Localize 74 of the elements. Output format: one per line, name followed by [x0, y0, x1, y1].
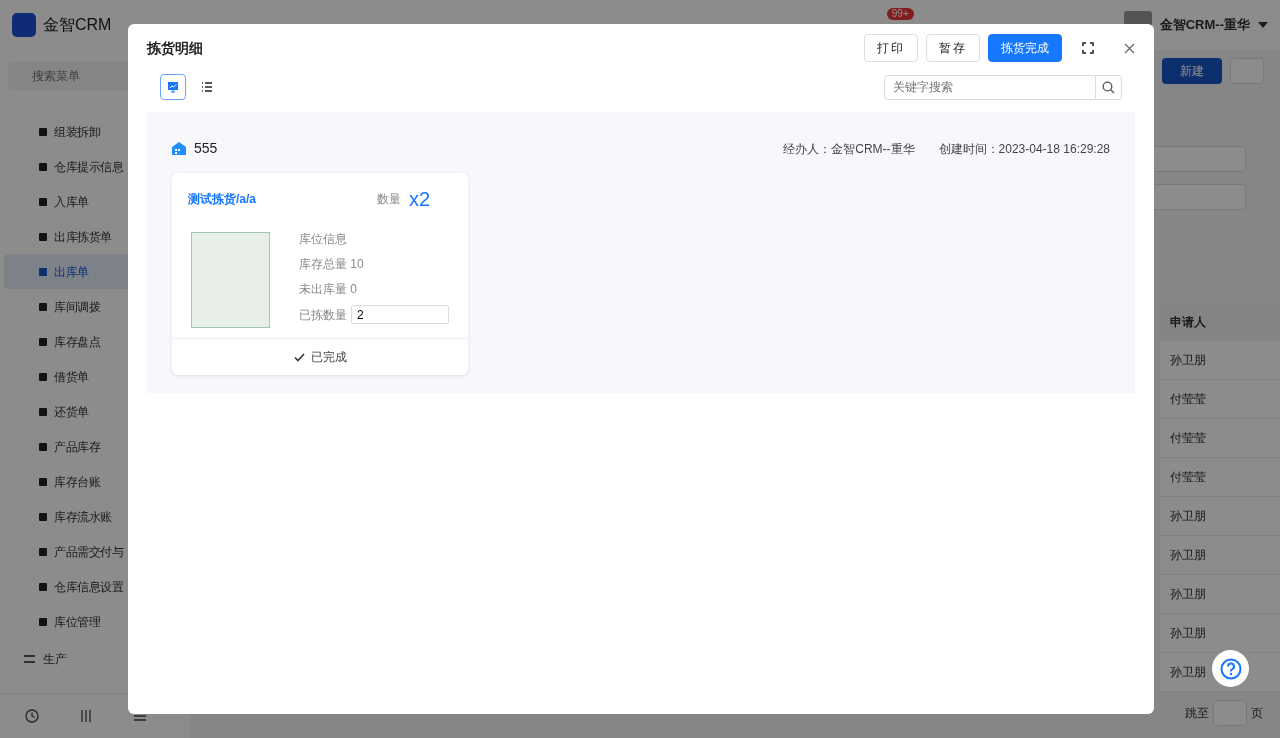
menu-icon — [38, 161, 48, 172]
menu-icon — [38, 301, 48, 312]
sidebar-item[interactable]: 仓库信息设置 — [4, 569, 186, 604]
quantity-value: x2 — [408, 189, 430, 209]
sidebar-item[interactable]: 入库单 — [4, 184, 186, 219]
sidebar-item[interactable]: 借货单 — [4, 359, 186, 394]
picked-label: 已拣数量 — [299, 306, 347, 324]
product-name[interactable]: 测试拣货/a/a — [188, 190, 256, 208]
view-toggle[interactable] — [160, 74, 186, 100]
action-button[interactable]: 打印 — [864, 34, 918, 62]
logo-text: 金智CRM — [43, 15, 112, 35]
warehouse-name: 555 — [194, 139, 218, 158]
history-icon[interactable] — [25, 709, 39, 723]
menu-icon — [38, 616, 48, 627]
sidebar-item[interactable]: 还货单 — [4, 394, 186, 429]
stock-total: 库存总量 10 — [299, 256, 365, 273]
picked-quantity-field[interactable]: 2 — [351, 305, 449, 324]
list-icon — [201, 81, 213, 93]
location-label: 库位信息 — [299, 231, 348, 248]
handler-text: 经办人：金智CRM--重华 — [783, 140, 915, 158]
menu-icon — [38, 371, 48, 382]
dialog-title: 拣货明细 — [147, 38, 203, 58]
menu-icon — [38, 406, 48, 417]
menu-icon — [38, 266, 48, 277]
table-cell: 付莹莹 — [1160, 458, 1280, 497]
menu-icon — [38, 231, 48, 242]
table-cell: 孙卫朋 — [1160, 341, 1280, 380]
menu-icon — [38, 126, 48, 137]
sidebar-item[interactable]: 库存盘点 — [4, 324, 186, 359]
page-label: 页 — [1251, 705, 1263, 722]
sidebar-section[interactable]: 生产 — [0, 639, 190, 679]
sidebar-item[interactable]: 库存台账 — [4, 464, 186, 499]
quantity-label: 数量 — [376, 191, 401, 208]
sidebar-item[interactable]: 库间调拨 — [4, 289, 186, 324]
user-name[interactable]: 金智CRM--重华 — [1159, 15, 1250, 35]
menu-icon — [38, 441, 48, 452]
board-icon — [167, 81, 179, 93]
table-cell: 孙卫朋 — [1160, 575, 1280, 614]
check-icon — [293, 352, 305, 362]
sidebar-item[interactable]: 产品库存 — [4, 429, 186, 464]
search-icon — [1102, 80, 1115, 94]
help-icon — [1219, 657, 1242, 680]
status-text: 已完成 — [310, 349, 347, 366]
notification-badge: 99+ — [886, 8, 914, 20]
search-field[interactable]: 关键字搜索 — [884, 74, 1096, 100]
menu-icon — [38, 476, 48, 487]
unshipped-quantity: 未出库量 0 — [299, 281, 358, 298]
logo-icon — [12, 13, 36, 37]
jump-label: 跳至 — [1185, 705, 1209, 722]
created-time: 创建时间：2023-04-18 16:29:28 — [938, 140, 1110, 158]
menu-icon — [38, 511, 48, 522]
close-icon[interactable] — [1124, 42, 1135, 54]
sidebar-item[interactable]: 组装拆卸 — [4, 114, 186, 149]
sidebar-item[interactable]: 仓库提示信息 — [4, 149, 186, 184]
sidebar-item[interactable]: 库存流水账 — [4, 499, 186, 534]
menu-icon — [38, 546, 48, 557]
caret-icon[interactable] — [1258, 22, 1268, 28]
sidebar-item[interactable]: 出库拣货单 — [4, 219, 186, 254]
menu-icon — [38, 196, 48, 207]
sidebar-item[interactable]: 库位管理 — [4, 604, 186, 639]
action-button[interactable]: 暂存 — [926, 34, 980, 62]
search-button[interactable] — [1096, 74, 1122, 100]
menu-icon — [38, 336, 48, 347]
table-cell: 付莹莹 — [1160, 380, 1280, 419]
sidebar-item[interactable]: 产品需交付与 — [4, 534, 186, 569]
house-icon — [172, 142, 186, 155]
menu-icon — [38, 581, 48, 592]
finish-button[interactable]: 拣货完成 — [988, 34, 1062, 62]
new-button[interactable]: 新建 — [1162, 58, 1222, 84]
table-cell: 孙卫朋 — [1160, 536, 1280, 575]
table-cell: 付莹莹 — [1160, 419, 1280, 458]
table-cell: 孙卫朋 — [1160, 497, 1280, 536]
table-cell: 孙卫朋 — [1160, 614, 1280, 653]
fullscreen-icon[interactable] — [1082, 42, 1094, 54]
